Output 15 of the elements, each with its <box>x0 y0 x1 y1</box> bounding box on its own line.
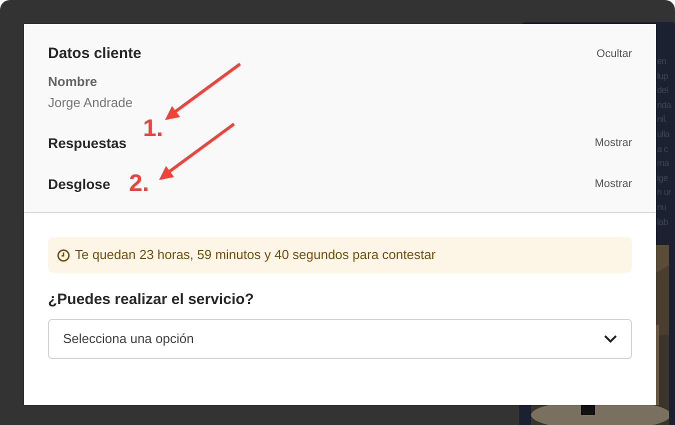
question-label: ¿Puedes realizar el servicio? <box>48 290 255 310</box>
select-field[interactable]: Selecciona una opción <box>48 318 632 358</box>
notice-text: Te quedan 23 horas, 59 minutos y 40 segundos para contestar <box>75 246 436 264</box>
field-label: Nombre <box>48 72 98 90</box>
section-title: Desglose <box>48 174 110 194</box>
clock-icon <box>57 248 70 262</box>
chevron-down-icon <box>604 334 617 342</box>
show-link[interactable]: Mostrar <box>594 176 632 192</box>
annotation-number: 1. <box>143 117 164 141</box>
field-value: Jorge Andrade <box>48 94 134 112</box>
show-link[interactable]: Mostrar <box>594 134 632 152</box>
annotation-number: 2. <box>129 172 150 196</box>
hide-link[interactable]: Ocultar <box>596 46 632 62</box>
section-title: Respuestas <box>48 134 127 153</box>
section-title: Datos cliente <box>48 44 142 64</box>
